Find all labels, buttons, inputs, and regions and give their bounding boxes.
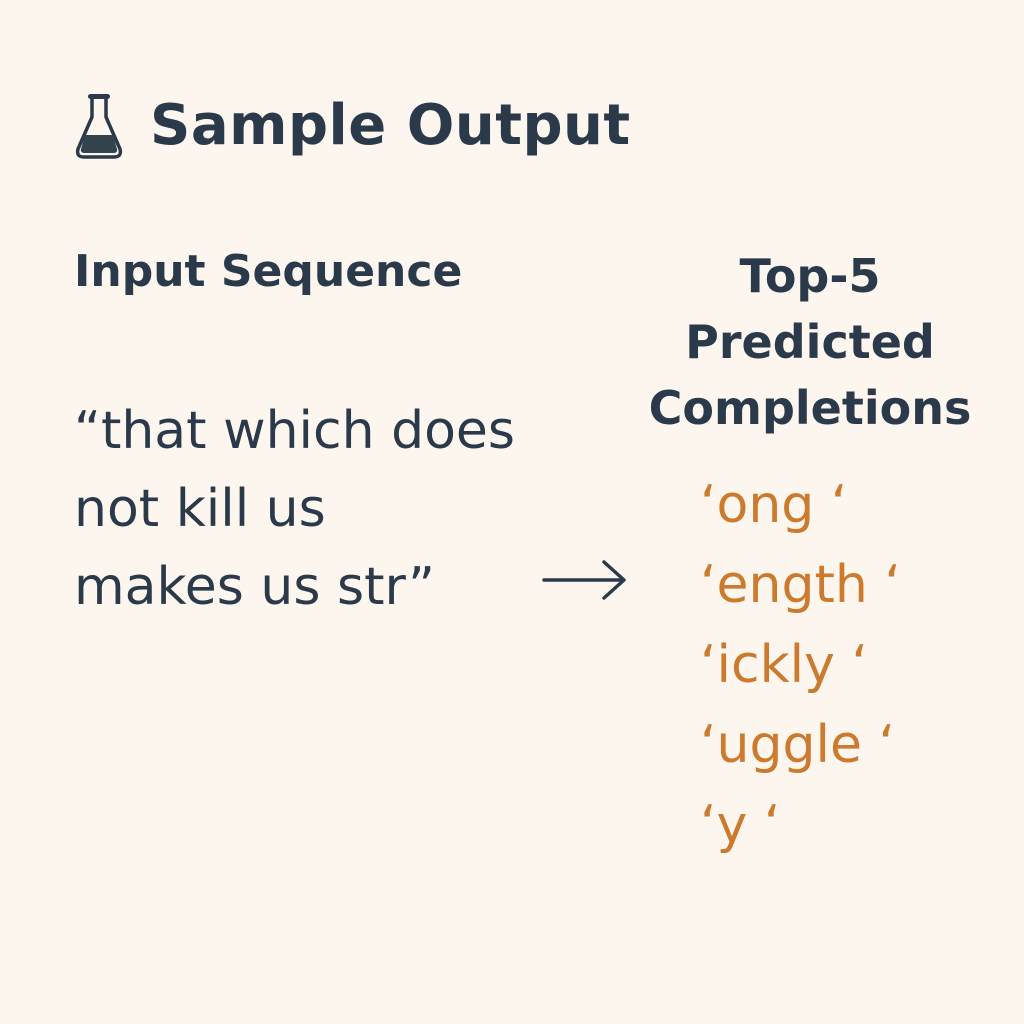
completion-item: ‘ickly ‘: [700, 635, 868, 695]
flask-icon: [75, 94, 123, 159]
completion-item: ‘uggle ‘: [700, 715, 895, 775]
completions-heading: Top-5 Predicted Completions: [630, 243, 990, 441]
completions-heading-line: Completions: [648, 381, 972, 435]
completion-item: ‘ength ‘: [700, 555, 901, 615]
input-sequence-heading: Input Sequence: [74, 246, 463, 297]
input-line: not kill us: [74, 479, 326, 539]
completions-heading-line: Predicted: [685, 315, 935, 369]
input-sequence-text: “that which does not kill us makes us st…: [74, 392, 594, 626]
completion-item: ‘y ‘: [700, 795, 781, 855]
input-line: makes us str”: [74, 557, 435, 617]
input-line: “that which does: [74, 401, 515, 461]
completions-heading-line: Top-5: [739, 249, 881, 303]
completion-item: ‘ong ‘: [700, 475, 848, 535]
header: Sample Output: [74, 88, 631, 164]
right-arrow-icon: [542, 560, 626, 600]
completions-list: ‘ong ‘ ‘ength ‘ ‘ickly ‘ ‘uggle ‘ ‘y ‘: [700, 465, 901, 865]
page-title: Sample Output: [150, 93, 631, 158]
